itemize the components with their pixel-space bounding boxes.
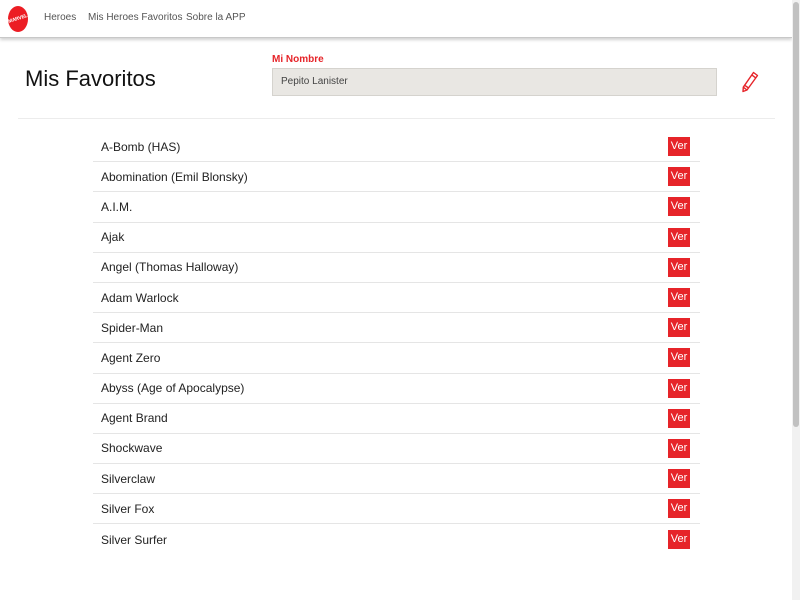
list-item: Silver Surfer Ver	[93, 524, 700, 554]
marvel-logo[interactable]: MARVEL	[8, 6, 28, 32]
hero-name: A.I.M.	[101, 199, 133, 214]
view-hero-button[interactable]: Ver	[668, 257, 690, 277]
hero-name: Silverclaw	[101, 471, 156, 486]
page-title: Mis Favoritos	[25, 66, 156, 91]
view-hero-button[interactable]: Ver	[668, 499, 690, 519]
view-hero-button[interactable]: Ver	[668, 167, 690, 187]
list-item: A.I.M. Ver	[93, 192, 700, 223]
nav-link-favorites[interactable]: Mis Heroes Favoritos	[88, 12, 182, 23]
list-item: Silver Fox Ver	[93, 494, 700, 525]
view-hero-button[interactable]: Ver	[668, 227, 690, 247]
list-item: Adam Warlock Ver	[93, 283, 700, 314]
list-item: Shockwave Ver	[93, 434, 700, 465]
list-item: Spider-Man Ver	[93, 313, 700, 344]
list-item: A-Bomb (HAS) Ver	[93, 132, 700, 163]
name-field[interactable]: Pepito Lanister	[272, 68, 717, 96]
view-hero-button[interactable]: Ver	[668, 530, 690, 550]
list-item: Abyss (Age of Apocalypse) Ver	[93, 374, 700, 404]
list-item: Ajak Ver	[93, 223, 700, 253]
view-hero-button[interactable]: Ver	[668, 348, 690, 368]
hero-name: Abomination (Emil Blonsky)	[101, 169, 248, 184]
hero-name: Spider-Man	[101, 320, 164, 335]
nav-link-about[interactable]: Sobre la APP	[186, 12, 245, 23]
view-hero-button[interactable]: Ver	[668, 378, 690, 398]
nav-link-heroes[interactable]: Heroes	[44, 12, 76, 23]
hero-name: Shockwave	[101, 441, 163, 456]
name-label: Mi Nombre	[272, 54, 324, 65]
list-item: Abomination (Emil Blonsky) Ver	[93, 162, 700, 193]
hero-name: Agent Brand	[101, 411, 168, 426]
favorites-list: A-Bomb (HAS) Ver Abomination (Emil Blonsky…	[93, 132, 700, 555]
list-item: Agent Brand Ver	[93, 404, 700, 434]
logo-text: MARVEL	[8, 13, 28, 25]
scrollbar-thumb[interactable]	[793, 2, 799, 427]
view-hero-button[interactable]: Ver	[668, 288, 690, 308]
view-hero-button[interactable]: Ver	[668, 197, 690, 217]
navbar: MARVEL Heroes Mis Heroes Favoritos Sobre…	[0, 0, 792, 38]
vertical-scrollbar[interactable]	[792, 0, 800, 600]
page: MARVEL Heroes Mis Heroes Favoritos Sobre…	[0, 0, 800, 600]
list-item: Agent Zero Ver	[93, 343, 700, 374]
pencil-icon	[742, 71, 759, 93]
view-hero-button[interactable]: Ver	[668, 469, 690, 489]
list-item: Angel (Thomas Halloway) Ver	[93, 253, 700, 283]
hero-name: Silver Surfer	[101, 532, 168, 547]
hero-name: Adam Warlock	[101, 290, 179, 305]
hero-name: Silver Fox	[101, 501, 155, 516]
header-divider	[18, 118, 775, 119]
view-hero-button[interactable]: Ver	[668, 137, 690, 157]
list-item: Silverclaw Ver	[93, 464, 700, 495]
hero-name: Angel (Thomas Halloway)	[101, 260, 239, 275]
hero-name: Abyss (Age of Apocalypse)	[101, 381, 245, 396]
view-hero-button[interactable]: Ver	[668, 318, 690, 338]
hero-name: Ajak	[101, 230, 125, 245]
edit-name-button[interactable]	[739, 70, 761, 94]
view-hero-button[interactable]: Ver	[668, 408, 690, 428]
hero-name: Agent Zero	[101, 350, 161, 365]
view-hero-button[interactable]: Ver	[668, 438, 690, 458]
hero-name: A-Bomb (HAS)	[101, 139, 181, 154]
